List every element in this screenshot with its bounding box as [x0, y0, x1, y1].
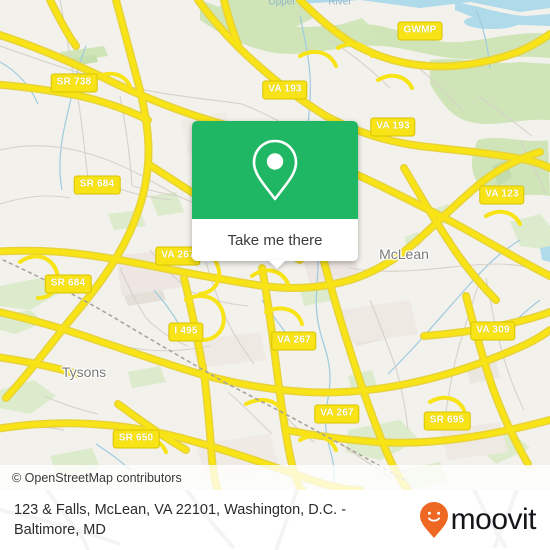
road-shield-va-193[interactable]: VA 193 [262, 80, 308, 100]
callout-pin-area [192, 121, 358, 219]
road-shield-gwmp[interactable]: GWMP [397, 21, 443, 41]
place-label-tysons: Tysons [61, 364, 107, 380]
road-shield-va-123[interactable]: VA 123 [479, 185, 525, 205]
road-shield-sr-695[interactable]: SR 695 [423, 411, 471, 431]
footer-bar: 123 & Falls, McLean, VA 22101, Washingto… [0, 490, 550, 550]
take-me-there-label: Take me there [227, 231, 323, 249]
moovit-smiley-pin-icon [419, 502, 448, 538]
moovit-wordmark: moovit [450, 503, 537, 536]
water-label: River [328, 0, 352, 8]
callout-action-area[interactable]: Take me there [192, 219, 358, 261]
road-shield-va-267[interactable]: VA 267 [314, 404, 360, 424]
road-shield-sr-684[interactable]: SR 684 [44, 274, 92, 294]
map-pin-icon [252, 139, 298, 201]
map-screenshot: Upper River SR 738 GWMP VA 193 VA 193 SR… [0, 0, 550, 550]
osm-attribution-text[interactable]: © OpenStreetMap contributors [0, 471, 182, 485]
road-shield-i-495[interactable]: I 495 [168, 322, 204, 342]
road-shield-sr-738[interactable]: SR 738 [50, 73, 98, 93]
place-label-mclean: McLean [379, 246, 429, 262]
water-label: Upper [268, 0, 296, 8]
road-shield-va-309[interactable]: VA 309 [470, 321, 516, 341]
address-text: 123 & Falls, McLean, VA 22101, Washingto… [14, 502, 347, 538]
road-shield-sr-650[interactable]: SR 650 [112, 429, 160, 449]
footer-content: 123 & Falls, McLean, VA 22101, Washingto… [0, 490, 550, 550]
road-shield-sr-684[interactable]: SR 684 [73, 175, 121, 195]
callout-pointer-tail [268, 260, 286, 269]
road-shield-va-193[interactable]: VA 193 [370, 117, 416, 137]
map-canvas[interactable]: Upper River SR 738 GWMP VA 193 VA 193 SR… [0, 0, 550, 490]
road-shield-va-267[interactable]: VA 267 [271, 331, 317, 351]
map-attribution-bar: © OpenStreetMap contributors [0, 465, 550, 490]
moovit-logo[interactable]: moovit [419, 501, 550, 539]
destination-callout-card[interactable]: Take me there [192, 121, 358, 261]
